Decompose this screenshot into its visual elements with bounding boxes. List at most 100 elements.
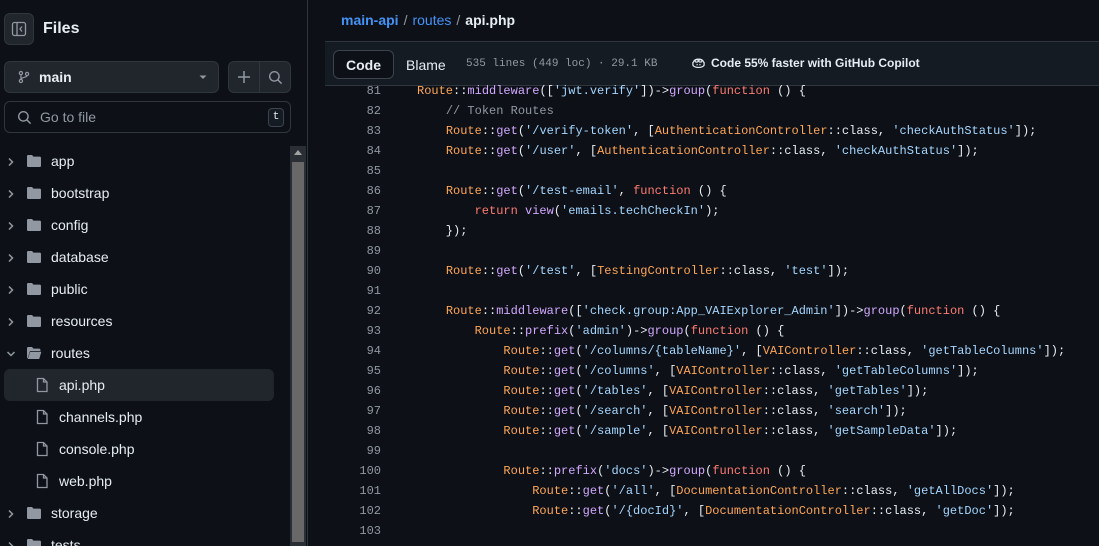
breadcrumb-folder-link[interactable]: routes: [412, 12, 451, 28]
copilot-promo-link[interactable]: Code 55% faster with GitHub Copilot: [691, 56, 920, 70]
scrollbar-thumb[interactable]: [292, 162, 304, 542]
line-number[interactable]: 88: [325, 224, 381, 238]
line-number[interactable]: 102: [325, 504, 381, 518]
code-line: 90 Route::get('/test', [TestingControlle…: [325, 261, 1099, 281]
line-number[interactable]: 82: [325, 104, 381, 118]
line-number[interactable]: 103: [325, 524, 381, 538]
tree-item-folder[interactable]: app: [0, 145, 290, 177]
line-number[interactable]: 90: [325, 264, 381, 278]
tree-item-icon: [26, 217, 42, 236]
line-number[interactable]: 95: [325, 364, 381, 378]
line-number[interactable]: 91: [325, 284, 381, 298]
tree-expand-toggle[interactable]: [5, 283, 17, 299]
tab-code[interactable]: Code: [333, 50, 394, 79]
line-number[interactable]: 87: [325, 204, 381, 218]
tree-item-label: database: [51, 249, 109, 265]
scroll-up-arrow[interactable]: [294, 150, 302, 155]
line-number[interactable]: 98: [325, 424, 381, 438]
tree-item-file[interactable]: console.php: [0, 433, 290, 465]
tree-item-icon: [26, 313, 42, 332]
folder-icon: [27, 283, 41, 295]
tree-expand-toggle[interactable]: [5, 539, 17, 546]
tree-expand-toggle[interactable]: [5, 155, 17, 171]
folder-icon: [27, 251, 41, 263]
chevron-right-icon: [8, 317, 14, 327]
line-number[interactable]: 99: [325, 444, 381, 458]
tree-item-folder[interactable]: config: [0, 209, 290, 241]
tab-blame[interactable]: Blame: [394, 50, 458, 79]
folder-icon: [27, 187, 41, 199]
code-line: 99: [325, 441, 1099, 461]
file-stats: 535 lines (449 loc) · 29.1 KB: [466, 58, 658, 70]
tree-item-folder[interactable]: database: [0, 241, 290, 273]
file-icon: [36, 473, 48, 489]
sidebar-actions: [228, 61, 291, 93]
chevron-down-icon: [6, 351, 16, 357]
code-text: Route::get('/search', [VAIController::cl…: [503, 404, 907, 418]
tree-item-folder[interactable]: resources: [0, 305, 290, 337]
line-number[interactable]: 83: [325, 124, 381, 138]
code-text: Route::get('/columns/{tableName}', [VAIC…: [503, 344, 1066, 358]
line-number[interactable]: 101: [325, 484, 381, 498]
breadcrumb-repo-link[interactable]: main-api: [341, 12, 399, 28]
line-number[interactable]: 93: [325, 324, 381, 338]
sidebar-collapse-icon: [11, 21, 27, 37]
tree-item-folder[interactable]: routes: [0, 337, 290, 369]
tree-expand-toggle[interactable]: [5, 187, 17, 203]
line-number[interactable]: 89: [325, 244, 381, 258]
tree-item-label: config: [51, 217, 89, 233]
tree-item-folder[interactable]: storage: [0, 497, 290, 529]
tree-item-label: app: [51, 153, 75, 169]
tree-item-label: api.php: [59, 377, 105, 393]
go-to-file-field[interactable]: t: [4, 101, 291, 133]
branch-name: main: [39, 69, 72, 85]
code-line: 97 Route::get('/search', [VAIController:…: [325, 401, 1099, 421]
chevron-right-icon: [8, 509, 14, 519]
breadcrumb-current-file: api.php: [465, 12, 516, 28]
search-icon: [268, 70, 282, 84]
line-number[interactable]: 92: [325, 304, 381, 318]
code-text: Route::get('/user', [AuthenticationContr…: [445, 144, 979, 158]
tree-expand-toggle[interactable]: [5, 251, 17, 267]
code-text: Route::get('/verify-token', [Authenticat…: [445, 124, 1037, 138]
add-file-button[interactable]: [229, 62, 259, 92]
code-line: 93 Route::prefix('admin')->group(functio…: [325, 321, 1099, 341]
line-number[interactable]: 81: [325, 84, 381, 98]
line-number[interactable]: 84: [325, 144, 381, 158]
tree-item-file[interactable]: api.php: [4, 369, 274, 401]
tree-item-folder[interactable]: bootstrap: [0, 177, 290, 209]
tree-item-file[interactable]: channels.php: [0, 401, 290, 433]
go-to-file-input[interactable]: [40, 109, 268, 125]
view-mode-toggle: Code Blame: [333, 50, 458, 80]
tree-item-folder[interactable]: tests: [0, 529, 290, 546]
tree-item-folder[interactable]: public: [0, 273, 290, 305]
folder-icon: [27, 539, 41, 546]
tree-item-icon: [26, 281, 42, 300]
line-number[interactable]: 100: [325, 464, 381, 478]
line-number[interactable]: 85: [325, 164, 381, 178]
tree-expand-toggle[interactable]: [5, 315, 17, 331]
tree-expand-toggle[interactable]: [5, 219, 17, 235]
search-code-button[interactable]: [259, 62, 290, 92]
line-number[interactable]: 86: [325, 184, 381, 198]
tree-expand-toggle[interactable]: [5, 347, 17, 363]
line-number[interactable]: 97: [325, 404, 381, 418]
branch-selector-button[interactable]: main: [4, 61, 219, 93]
tree-expand-toggle[interactable]: [5, 507, 17, 523]
breadcrumb: main-api / routes / api.php: [341, 12, 515, 28]
code-line: 92 Route::middleware(['check.group:App_V…: [325, 301, 1099, 321]
collapse-sidebar-button[interactable]: [4, 13, 34, 45]
tree-item-icon: [34, 377, 50, 396]
code-text: Route::get('/tables', [VAIController::cl…: [503, 384, 929, 398]
sidebar-scrollbar[interactable]: [290, 146, 306, 546]
chevron-right-icon: [8, 541, 14, 546]
line-number[interactable]: 94: [325, 344, 381, 358]
tree-item-file[interactable]: web.php: [0, 465, 290, 497]
tree-item-label: tests: [51, 537, 81, 546]
sidebar-header: Files: [0, 0, 307, 58]
line-number[interactable]: 96: [325, 384, 381, 398]
code-text: Route::middleware(['check.group:App_VAIE…: [445, 304, 1001, 318]
tree-item-label: web.php: [59, 473, 112, 489]
folder-icon: [27, 155, 41, 167]
code-view[interactable]: 81 Route::middleware(['jwt.verify'])->gro…: [325, 81, 1099, 541]
